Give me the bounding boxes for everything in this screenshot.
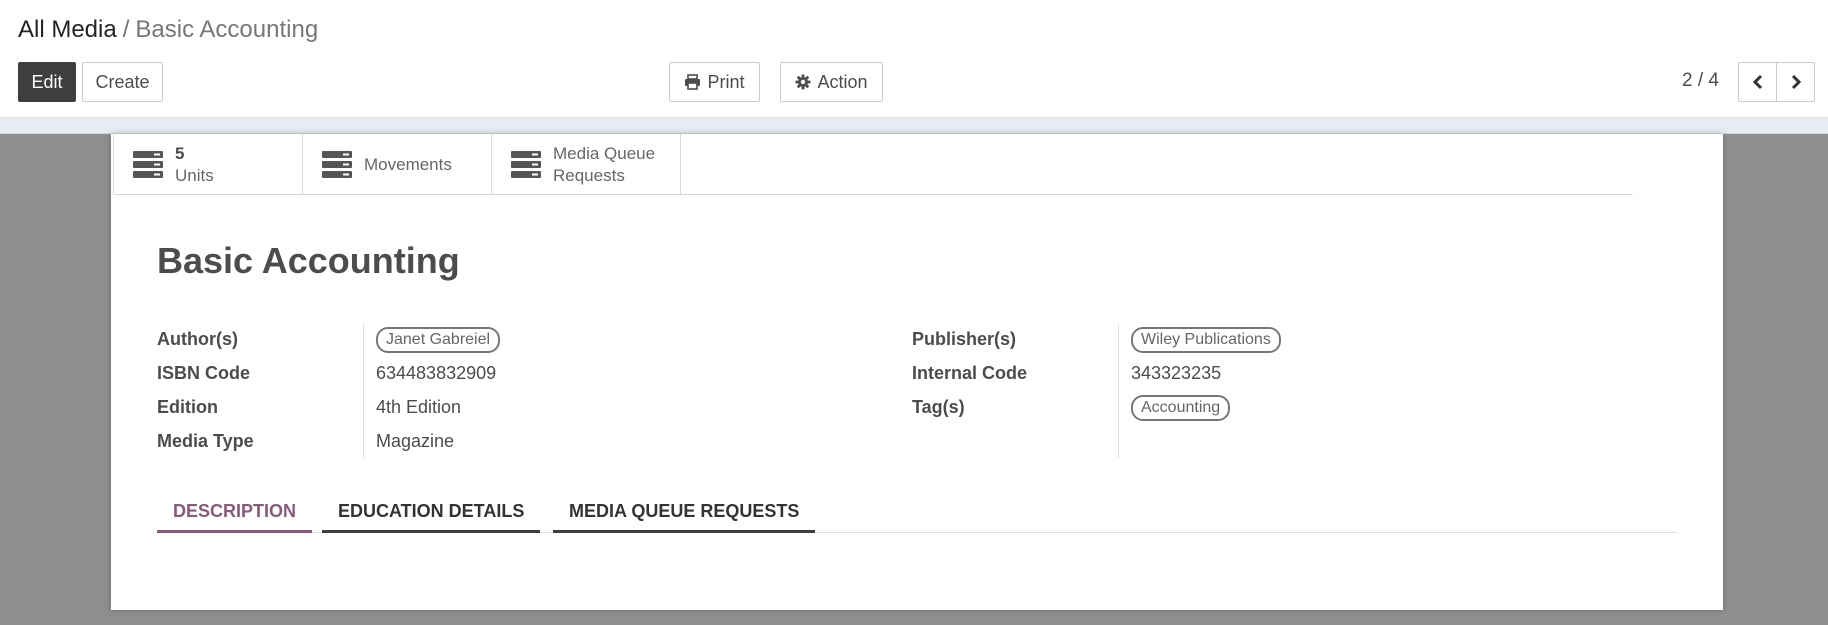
pager-previous-button[interactable] xyxy=(1738,62,1777,102)
category-tag[interactable]: Accounting xyxy=(1131,395,1231,422)
control-panel: All Media / Basic Accounting Edit Create P… xyxy=(0,0,1828,118)
print-label: Print xyxy=(707,71,745,92)
isbn-value: 634483832909 xyxy=(376,363,497,383)
edition-label: Edition xyxy=(157,397,218,417)
tags-row: Tag(s) Accounting xyxy=(912,390,1642,424)
server-icon xyxy=(133,150,163,178)
media-queue-label-line2: Requests xyxy=(553,165,625,185)
breadcrumb-current: Basic Accounting xyxy=(135,16,319,43)
publisher-tag[interactable]: Wiley Publications xyxy=(1131,327,1281,354)
print-button[interactable]: Print xyxy=(669,62,760,102)
tags-label: Tag(s) xyxy=(912,397,965,417)
edit-button[interactable]: Edit xyxy=(18,62,76,102)
media-type-label: Media Type xyxy=(157,431,254,451)
media-queue-label-line1: Media Queue xyxy=(553,143,656,163)
right-field-group: Publisher(s) Wiley Publications Internal… xyxy=(912,322,1642,458)
breadcrumb-separator: / xyxy=(122,16,130,43)
media-type-row: Media Type Magazine xyxy=(157,424,887,458)
create-button[interactable]: Create xyxy=(82,62,163,102)
units-smart-button[interactable]: 5 Units xyxy=(113,134,303,195)
media-queue-requests-smart-button[interactable]: Media Queue Requests xyxy=(491,134,681,195)
authors-label: Author(s) xyxy=(157,329,238,349)
pager-value: 2 / 4 xyxy=(1682,70,1719,91)
smart-button-box: 5 Units Movements Media Queue Requests xyxy=(113,134,1633,195)
media-type-value: Magazine xyxy=(376,431,455,451)
breadcrumb: All Media / Basic Accounting xyxy=(18,16,318,44)
tab-education-details[interactable]: EDUCATION DETAILS xyxy=(322,491,541,533)
record-title: Basic Accounting xyxy=(157,240,460,281)
server-icon xyxy=(322,150,352,178)
breadcrumb-parent-link[interactable]: All Media xyxy=(18,16,117,43)
action-button[interactable]: Action xyxy=(780,62,883,102)
tab-description[interactable]: DESCRIPTION xyxy=(157,491,313,533)
isbn-row: ISBN Code 634483832909 xyxy=(157,356,887,390)
publishers-row: Publisher(s) Wiley Publications xyxy=(912,322,1642,356)
author-tag[interactable]: Janet Gabreiel xyxy=(376,327,501,354)
internal-code-row: Internal Code 343323235 xyxy=(912,356,1642,390)
edition-row: Edition 4th Edition xyxy=(157,390,887,424)
movements-smart-button[interactable]: Movements xyxy=(302,134,492,195)
chevron-left-icon xyxy=(1752,74,1762,90)
chevron-right-icon xyxy=(1791,74,1801,90)
authors-row: Author(s) Janet Gabreiel xyxy=(157,322,887,356)
internal-code-value: 343323235 xyxy=(1131,363,1222,383)
units-count: 5 xyxy=(175,143,185,163)
tab-media-queue-requests[interactable]: MEDIA QUEUE REQUESTS xyxy=(553,491,816,533)
gear-icon xyxy=(795,74,811,90)
print-icon xyxy=(685,74,701,90)
publishers-label: Publisher(s) xyxy=(912,329,1017,349)
isbn-label: ISBN Code xyxy=(157,363,251,383)
content-top-strip xyxy=(0,118,1828,134)
movements-label: Movements xyxy=(364,154,452,174)
notebook-tabs: DESCRIPTION EDUCATION DETAILS MEDIA QUEU… xyxy=(157,491,1677,533)
action-label: Action xyxy=(817,71,868,92)
internal-code-label: Internal Code xyxy=(912,363,1028,383)
server-icon xyxy=(511,150,541,178)
edition-value: 4th Edition xyxy=(376,397,462,417)
units-label: Units xyxy=(175,165,214,185)
form-sheet: 5 Units Movements Media Queue Requests B… xyxy=(111,134,1723,610)
left-field-group: Author(s) Janet Gabreiel ISBN Code 63448… xyxy=(157,322,887,458)
pager-next-button[interactable] xyxy=(1776,62,1815,102)
